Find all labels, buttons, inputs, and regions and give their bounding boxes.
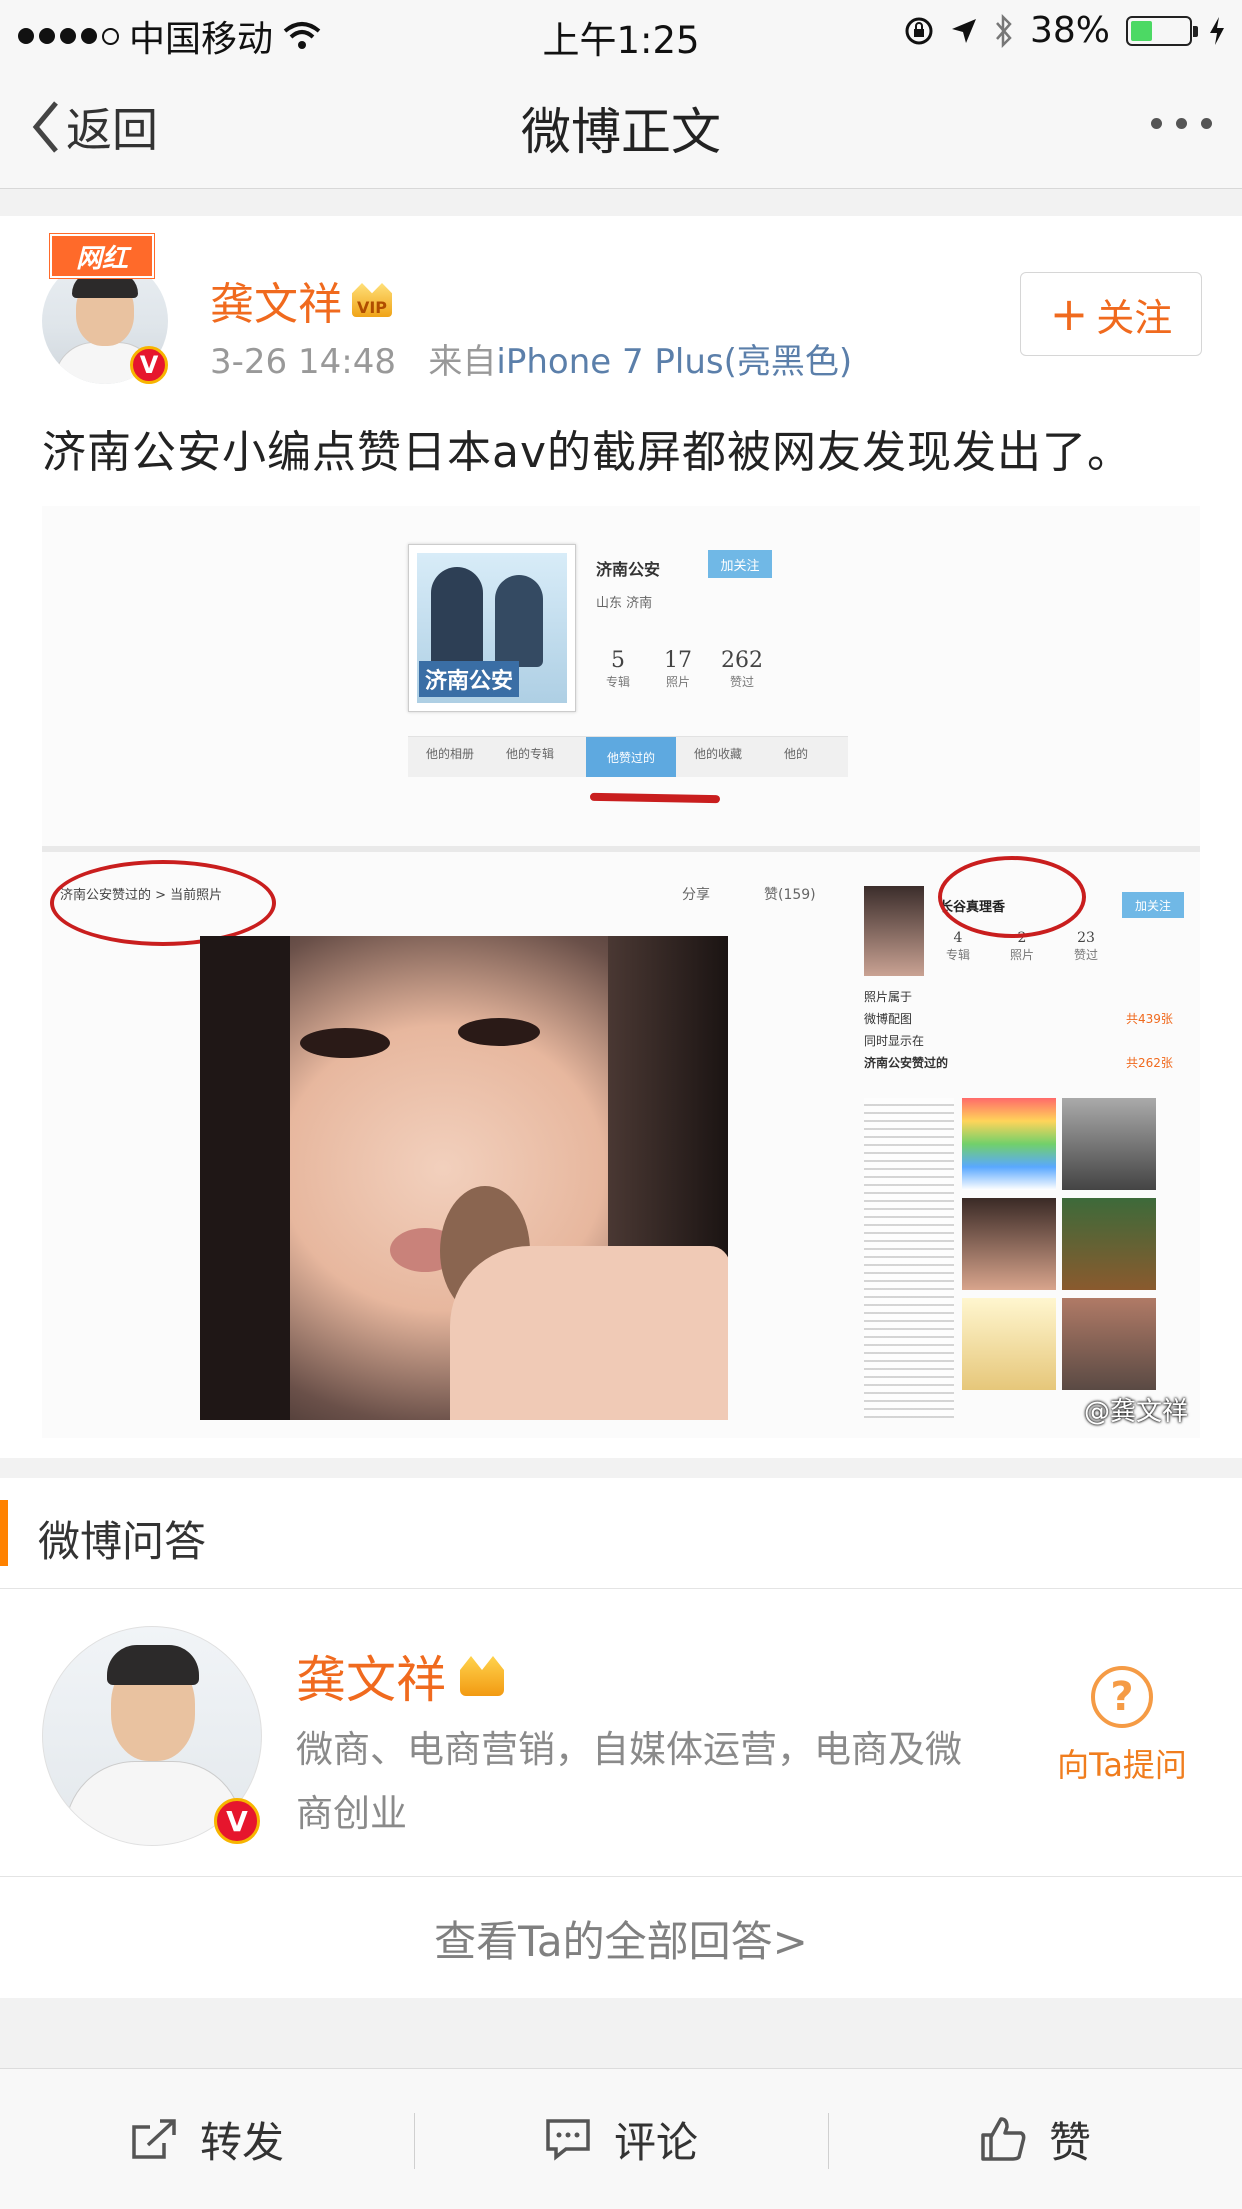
post-card: V 网红 龚文祥 VIP 3-26 14:48 来自iPhone 7 Plus(… <box>0 216 1242 1458</box>
red-underline-mark <box>589 792 721 804</box>
image-watermark: @龚文祥 <box>1083 1397 1188 1427</box>
qa-name: 龚文祥 <box>296 1651 446 1709</box>
weibo-qa-section: 微博问答 V 龚文祥 微商、电商营销，自媒体运营，电商及微商创业 ? 向Ta提问… <box>0 1478 1242 1998</box>
red-circle-mark <box>938 856 1086 938</box>
like-button[interactable]: 赞 <box>828 2069 1242 2209</box>
influencer-badge: 网红 <box>50 234 154 278</box>
image-like: 赞(159) <box>764 887 816 903</box>
image-sidebar: 长谷真理香 加关注 4 专辑 2 照片 23 赞过 照片属于 微博配图 共439张 同… <box>858 872 1198 1432</box>
author-name-row[interactable]: 龚文祥 VIP <box>210 268 392 332</box>
battery-icon <box>1126 15 1198 46</box>
comment-label: 评论 <box>613 2117 698 2167</box>
post-source[interactable]: iPhone 7 Plus(亮黑色) <box>496 342 852 382</box>
location-icon <box>951 18 976 43</box>
post-image[interactable]: 济南公安 济南公安 加关注 山东 济南 5 专辑 17 照片 262 赞过 他的相册 … <box>42 506 1200 1438</box>
rotation-lock-icon <box>905 17 933 44</box>
verified-icon: V <box>214 1798 260 1844</box>
image-profile-location: 山东 济南 <box>596 596 653 611</box>
status-right: 38% <box>904 10 1226 51</box>
question-icon: ? <box>1091 1666 1153 1728</box>
source-prefix: 来自 <box>428 342 497 382</box>
more-options-icon[interactable] <box>1151 118 1212 129</box>
view-all-answers-link[interactable]: 查看Ta的全部回答> <box>0 1876 1242 1999</box>
image-stat: 262 赞过 <box>721 648 763 689</box>
post-text: 济南公安小编点赞日本av的截屏都被网友发现发出了。 <box>42 427 1132 478</box>
battery-percent: 38% <box>1029 10 1110 51</box>
comment-button[interactable]: 评论 <box>414 2069 828 2209</box>
author-name: 龚文祥 <box>210 279 342 330</box>
image-side-add: 加关注 <box>1122 892 1184 918</box>
image-photo <box>200 936 728 1420</box>
vip-icon: VIP <box>352 283 392 317</box>
ask-label: 向Ta提问 <box>1057 1746 1187 1784</box>
status-bar: 中国移动 上午1:25 38% <box>0 0 1242 62</box>
image-stat: 5 专辑 <box>605 648 630 689</box>
image-profile-header: 济南公安 济南公安 加关注 山东 济南 5 专辑 17 照片 262 赞过 <box>408 544 838 754</box>
page-title: 微博正文 <box>521 103 721 161</box>
verified-icon: V <box>130 346 168 384</box>
image-profile-picture-label: 济南公安 <box>419 661 520 697</box>
follow-button[interactable]: + 关注 <box>1020 272 1202 356</box>
image-stat: 17 照片 <box>664 648 692 689</box>
thumbs-up-icon <box>981 2117 1026 2161</box>
qa-title: 微博问答 <box>38 1517 207 1566</box>
image-share: 分享 <box>682 887 710 903</box>
like-label: 赞 <box>1048 2117 1091 2167</box>
red-circle-mark <box>50 860 276 946</box>
repost-button[interactable]: 转发 <box>0 2069 414 2209</box>
plus-icon: + <box>1049 287 1089 341</box>
repost-label: 转发 <box>199 2117 284 2167</box>
comment-icon <box>546 2119 590 2161</box>
qa-name-row[interactable]: 龚文祥 <box>296 1640 504 1712</box>
bluetooth-icon <box>996 13 1012 48</box>
image-profile-tabs: 他的相册 他的专辑 他赞过的 他的收藏 他的 <box>408 736 848 777</box>
crown-icon <box>460 1656 504 1696</box>
nav-bar: 返回 微博正文 <box>0 62 1242 189</box>
image-profile-picture: 济南公安 <box>408 544 576 712</box>
ask-question-button[interactable]: ? 向Ta提问 <box>1052 1666 1192 1786</box>
repost-icon <box>132 2119 176 2159</box>
follow-label: 关注 <box>1096 295 1173 340</box>
qa-accent-bar <box>0 1500 8 1566</box>
image-profile-name: 济南公安 <box>596 560 661 579</box>
charging-icon <box>1210 16 1224 45</box>
qa-header: 微博问答 <box>0 1478 1242 1589</box>
post-time: 3-26 14:48 <box>210 342 396 382</box>
post-meta: 3-26 14:48 来自iPhone 7 Plus(亮黑色) <box>210 334 852 383</box>
image-add-button: 加关注 <box>708 550 772 578</box>
qa-avatar[interactable]: V <box>42 1626 262 1846</box>
qa-description: 微商、电商营销，自媒体运营，电商及微商创业 <box>296 1728 962 1835</box>
action-bar: 转发 评论 赞 <box>0 2068 1242 2209</box>
